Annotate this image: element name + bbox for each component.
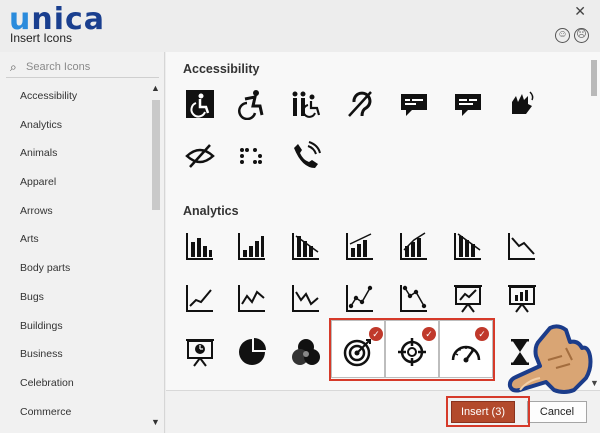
line-chart-wave-icon[interactable] bbox=[290, 282, 322, 314]
sign-language-icon[interactable] bbox=[506, 88, 538, 120]
insert-icons-dialog: unica Insert Icons ✕ ☺ ☹ Search Icons ⌕ … bbox=[0, 0, 600, 433]
category-body-parts[interactable]: Body parts bbox=[0, 254, 150, 283]
cancel-button[interactable]: Cancel bbox=[527, 401, 587, 423]
category-analytics[interactable]: Analytics bbox=[0, 111, 150, 140]
closed-caption-speech-icon[interactable] bbox=[398, 88, 430, 120]
category-buildings[interactable]: Buildings bbox=[0, 312, 150, 341]
line-chart-down-icon[interactable] bbox=[506, 230, 538, 262]
category-celebration[interactable]: Celebration bbox=[0, 369, 150, 398]
phone-volume-icon[interactable] bbox=[290, 140, 322, 172]
bar-chart-declining-icon[interactable] bbox=[290, 230, 322, 262]
category-animals[interactable]: Animals bbox=[0, 139, 150, 168]
braille-icon[interactable] bbox=[236, 140, 268, 172]
bar-chart-trend-mixed-icon[interactable] bbox=[398, 230, 430, 262]
line-chart-up-icon[interactable] bbox=[184, 282, 216, 314]
sidebar-scrollbar[interactable]: ▲ ▼ bbox=[150, 82, 163, 427]
category-arts[interactable]: Arts bbox=[0, 225, 150, 254]
bar-chart-trend-down-icon[interactable] bbox=[452, 230, 484, 262]
presentation-bar-icon[interactable] bbox=[506, 282, 538, 314]
selection-highlight bbox=[329, 318, 495, 381]
gallery-scroll-thumb[interactable] bbox=[591, 60, 597, 96]
category-list: Accessibility Analytics Animals Apparel … bbox=[0, 82, 150, 426]
section-title-accessibility: Accessibility bbox=[183, 62, 260, 76]
category-commerce[interactable]: Commerce bbox=[0, 398, 150, 427]
hearing-impaired-icon[interactable] bbox=[344, 88, 376, 120]
close-icon[interactable]: ✕ bbox=[574, 3, 586, 20]
category-accessibility[interactable]: Accessibility bbox=[0, 82, 150, 111]
family-wheelchair-icon[interactable] bbox=[290, 88, 322, 120]
line-chart-zigzag-icon[interactable] bbox=[236, 282, 268, 314]
scroll-up-icon[interactable]: ▲ bbox=[151, 83, 160, 93]
pie-chart-icon[interactable] bbox=[236, 336, 268, 368]
venn-diagram-icon[interactable] bbox=[290, 336, 322, 368]
dialog-title: Insert Icons bbox=[10, 31, 73, 45]
scatter-up-icon[interactable] bbox=[344, 282, 376, 314]
happy-feedback-icon[interactable]: ☺ bbox=[555, 28, 570, 43]
wheelchair-active-icon[interactable] bbox=[236, 88, 268, 121]
speech-bubble-icon[interactable] bbox=[452, 88, 484, 120]
presentation-chart-icon[interactable] bbox=[452, 282, 484, 314]
scroll-down-icon[interactable]: ▼ bbox=[151, 417, 160, 427]
category-arrows[interactable]: Arrows bbox=[0, 197, 150, 226]
section-title-analytics: Analytics bbox=[183, 204, 239, 218]
bar-chart-trend-up-icon[interactable] bbox=[344, 230, 376, 262]
category-business[interactable]: Business bbox=[0, 340, 150, 369]
low-vision-icon[interactable] bbox=[184, 140, 216, 172]
bar-chart-rising-icon[interactable] bbox=[236, 230, 268, 262]
search-input[interactable]: Search Icons bbox=[6, 56, 159, 78]
pointing-hand-icon bbox=[506, 320, 594, 398]
search-icon: ⌕ bbox=[10, 60, 17, 74]
presentation-clock-icon[interactable] bbox=[184, 336, 216, 368]
category-bugs[interactable]: Bugs bbox=[0, 283, 150, 312]
sad-feedback-icon[interactable]: ☹ bbox=[574, 28, 589, 43]
bar-chart-icon[interactable] bbox=[184, 230, 216, 262]
wheelchair-square-icon[interactable] bbox=[184, 88, 216, 120]
category-sidebar: Search Icons ⌕ Accessibility Analytics A… bbox=[0, 52, 165, 433]
category-apparel[interactable]: Apparel bbox=[0, 168, 150, 197]
title-bar: unica Insert Icons ✕ ☺ ☹ bbox=[0, 0, 600, 46]
scatter-down-icon[interactable] bbox=[398, 282, 430, 314]
sidebar-scroll-thumb[interactable] bbox=[152, 100, 160, 210]
insert-highlight bbox=[446, 396, 530, 427]
